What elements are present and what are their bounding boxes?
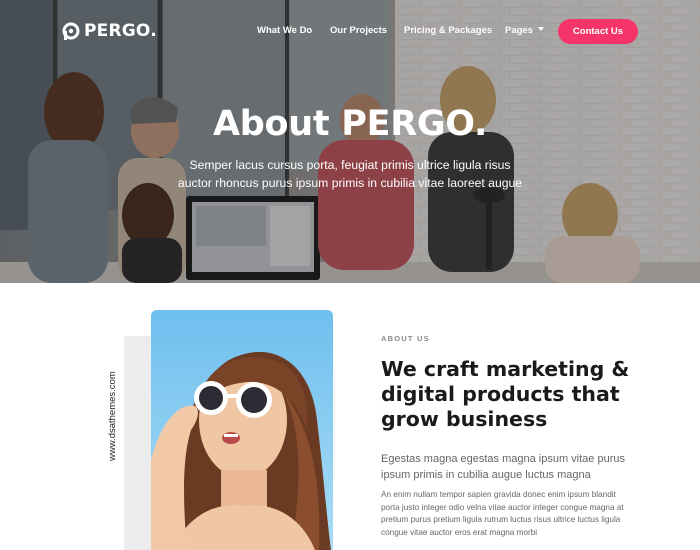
section-heading: We craft marketing & digital products th… — [381, 357, 630, 431]
section-body: An enim nullam tempor sapien gravida don… — [381, 490, 624, 537]
top-nav: PERGO. What We Do Our Projects Pricing &… — [0, 0, 700, 62]
chevron-down-icon — [538, 27, 544, 31]
nav-link-what-we-do[interactable]: What We Do — [257, 25, 312, 36]
nav-link-pages-label: Pages — [505, 25, 533, 36]
nav-link-pricing[interactable]: Pricing & Packages — [404, 25, 492, 36]
contact-us-button[interactable]: Contact Us — [558, 19, 638, 44]
hero-section: PERGO. What We Do Our Projects Pricing &… — [0, 0, 700, 283]
woman-sunglasses-photo — [151, 310, 333, 550]
hero-subtitle: Semper lacus cursus porta, feugiat primi… — [177, 158, 523, 190]
about-photo — [151, 310, 333, 550]
hero-title: About PERGO. — [213, 104, 487, 144]
section-eyebrow: ABOUT US — [381, 334, 430, 343]
nav-link-pages[interactable]: Pages — [505, 25, 544, 36]
nav-link-our-projects[interactable]: Our Projects — [330, 25, 387, 36]
side-label-text: www.dsathemes.com — [107, 371, 118, 461]
section-lead: Egestas magna egestas magna ipsum vitae … — [381, 453, 625, 481]
